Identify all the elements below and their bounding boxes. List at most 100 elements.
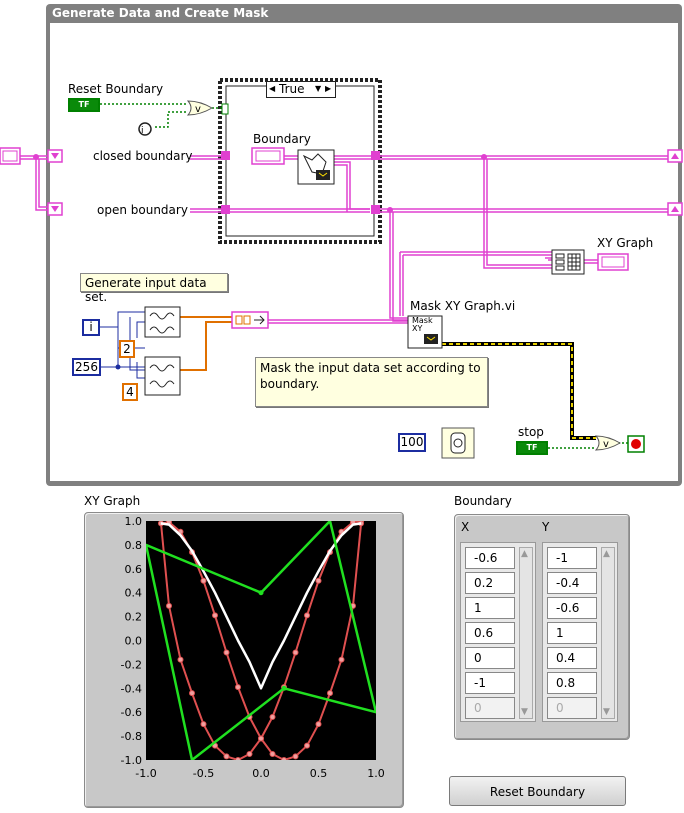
y-tick-label: -0.8 [121,730,142,743]
series-point [200,577,207,584]
y-array-cell[interactable]: 0.4 [547,647,597,669]
x-axis: -1.0 -0.5 0.0 0.5 1.0 [135,767,384,780]
constant-256[interactable]: 256 [72,358,101,376]
numeric-wires [180,316,232,371]
boundary-vertex [281,685,287,691]
scroll-down-icon[interactable]: ▼ [521,707,528,717]
xy-graph-diagram-label: XY Graph [597,236,654,250]
series-point [304,742,310,749]
mask-comment: Mask the input data set according to bou… [255,357,488,407]
scroll-up-icon[interactable]: ▲ [603,549,610,559]
reset-boundary-label: Reset Boundary [68,82,164,96]
mask-vi-label: Mask XY Graph.vi [410,299,516,313]
y-array: -1 -0.4 -0.6 1 0.4 0.8 0 ▲ ▼ [542,542,618,722]
y-array-empty-cell[interactable]: 0 [547,697,597,719]
stop-terminal[interactable]: TF [516,441,548,455]
series-point [315,577,322,584]
create-mask-vi-icon [297,149,335,185]
series-point [304,612,310,619]
reset-boundary-button[interactable]: Reset Boundary [449,776,626,806]
x-array: -0.6 0.2 1 0.6 0 -1 0 ▲ ▼ [460,542,536,722]
constant-100[interactable]: 100 [398,433,426,452]
x-array-cell[interactable]: 1 [465,597,515,619]
y-tick-label: 0.2 [125,611,143,624]
diagram-wires: v v i [0,78,683,459]
series-point [200,721,207,728]
case-dropdown-icon[interactable]: ▼ [315,84,321,93]
y-tick-label: 0.4 [125,587,143,600]
x-array-scrollbar[interactable]: ▲ ▼ [519,547,533,719]
series-point [223,649,230,656]
series-point [269,751,276,758]
plot-area[interactable] [146,521,376,760]
x-tick-label: 1.0 [367,767,385,780]
cluster-constant-icon [0,147,21,165]
x-tick-label: -1.0 [135,767,156,780]
generate-comment: Generate input data set. [80,273,228,304]
y-tick-label: -1.0 [121,754,142,767]
series-point [327,690,333,697]
series-point [338,656,345,663]
sine-generator-1 [144,306,181,338]
boundary-control-icon [251,147,285,165]
y-array-scrollbar[interactable]: ▲ ▼ [601,547,615,719]
xy-graph-terminal-icon [597,253,629,271]
reset-boundary-terminal[interactable]: TF [68,98,100,112]
x-tick-label: -0.5 [193,767,214,780]
case-selector[interactable]: ◀ True ▼ ▶ [266,81,336,98]
x-array-cell[interactable]: 0.6 [465,622,515,644]
x-array-cell[interactable]: -0.6 [465,547,515,569]
series-point [246,751,253,758]
y-array-cell[interactable]: -1 [547,547,597,569]
y-array-cell[interactable]: -0.4 [547,572,597,594]
x-array-cell[interactable]: 0 [465,647,515,669]
series-point [292,649,299,656]
y-axis: 1.0 0.8 0.6 0.4 0.2 0.0 -0.2 -0.4 -0.6 -0.8 -1.0 [121,515,142,767]
series-point [235,684,241,691]
mask-icon-text: Mask XY [412,316,433,333]
x-tick-label: 0.5 [310,767,328,780]
svg-text:v: v [195,104,201,115]
x-array-cell[interactable]: -1 [465,672,515,694]
stop-label: stop [518,425,544,439]
series-point [258,735,264,742]
x-array-cell[interactable]: 0.2 [465,572,515,594]
series-point [212,612,218,619]
series-point [281,757,287,760]
y-tick-label: -0.4 [121,682,142,695]
y-array-cell[interactable]: -0.6 [547,597,597,619]
xy-graph-label: XY Graph [84,494,141,508]
constant-4[interactable]: 4 [122,383,138,401]
series-point [269,713,276,720]
series-point [235,757,241,760]
sine-generator-2 [144,356,181,396]
series-point [315,721,322,728]
x-tick-label: 0.0 [252,767,270,780]
series-point [166,602,172,609]
y-tick-label: 0.6 [125,563,143,576]
series-point [223,753,230,760]
case-next-icon[interactable]: ▶ [325,84,331,93]
svg-text:i: i [141,126,144,136]
y-array-cell[interactable]: 0.8 [547,672,597,694]
scroll-down-icon[interactable]: ▼ [603,707,610,717]
y-tick-label: -0.6 [121,706,142,719]
x-column-header: X [461,520,470,534]
y-array-cell[interactable]: 1 [547,622,597,644]
closed-boundary-label: closed boundary [93,149,193,163]
svg-text:v: v [603,439,609,450]
x-array-empty-cell[interactable]: 0 [465,697,515,719]
y-tick-label: 1.0 [125,515,143,528]
open-boundary-label: open boundary [97,203,188,217]
y-column-header: Y [542,520,550,534]
xy-graph-chart[interactable]: 1.0 0.8 0.6 0.4 0.2 0.0 -0.2 -0.4 -0.6 -0.8 -1.0 -… [84,512,404,808]
y-tick-label: 0.8 [125,539,143,552]
case-selector-value: True [279,82,305,96]
y-tick-label: 0.0 [125,635,143,648]
case-prev-icon[interactable]: ◀ [269,84,275,93]
iteration-terminal: i [82,319,100,336]
constant-2[interactable]: 2 [119,340,135,358]
boundary-vertex [258,590,264,596]
scroll-up-icon[interactable]: ▲ [521,549,528,559]
series-point [189,690,195,697]
